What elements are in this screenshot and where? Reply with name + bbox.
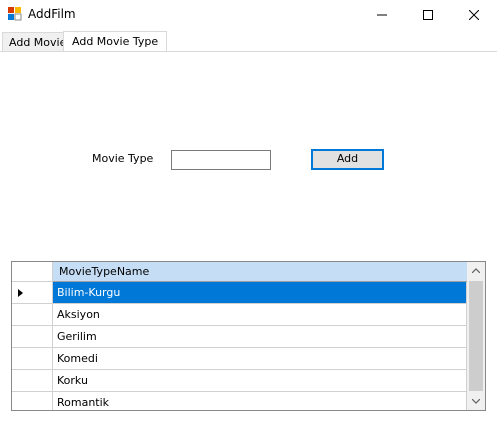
row-indicator-icon xyxy=(18,289,23,297)
scroll-up-button[interactable] xyxy=(467,262,485,279)
tab-strip: Add Movie Add Movie Type xyxy=(0,30,497,53)
table-row[interactable]: Gerilim xyxy=(12,326,467,348)
row-header[interactable] xyxy=(12,304,53,326)
table-row[interactable]: Komedi xyxy=(12,348,467,370)
table-row[interactable]: Bilim-Kurgu xyxy=(12,282,467,304)
table-row[interactable]: Korku xyxy=(12,370,467,392)
maximize-button[interactable] xyxy=(405,0,451,30)
vertical-scrollbar[interactable] xyxy=(467,262,485,410)
app-icon xyxy=(8,7,22,21)
movie-type-label: Movie Type xyxy=(92,152,154,165)
close-button[interactable] xyxy=(451,0,497,30)
close-icon xyxy=(469,10,479,20)
row-header[interactable] xyxy=(12,370,53,392)
table-cell[interactable]: Bilim-Kurgu xyxy=(53,282,467,304)
table-cell[interactable]: Romantik xyxy=(53,392,467,410)
movie-type-input[interactable] xyxy=(171,150,271,170)
table-cell[interactable]: Komedi xyxy=(53,348,467,370)
tab-add-movie-type[interactable]: Add Movie Type xyxy=(63,31,168,53)
row-header[interactable] xyxy=(12,326,53,348)
table-row[interactable]: Romantik xyxy=(12,392,467,410)
table-cell[interactable]: Gerilim xyxy=(53,326,467,348)
table-cell[interactable]: Aksiyon xyxy=(53,304,467,326)
maximize-icon xyxy=(423,10,433,20)
movie-type-grid[interactable]: MovieTypeName Bilim-Kurgu Aksiyon Gerili… xyxy=(11,261,486,411)
scroll-thumb[interactable] xyxy=(469,281,483,391)
grid-corner-header[interactable] xyxy=(12,262,53,282)
column-header-movietypename[interactable]: MovieTypeName xyxy=(53,262,467,282)
title-bar: AddFilm xyxy=(0,0,497,30)
scroll-down-button[interactable] xyxy=(467,393,485,410)
minimize-icon xyxy=(377,14,387,16)
add-button[interactable]: Add xyxy=(311,149,384,170)
scroll-down-icon xyxy=(472,399,480,404)
minimize-button[interactable] xyxy=(359,0,405,30)
scroll-up-icon xyxy=(472,268,480,273)
window-title: AddFilm xyxy=(28,7,76,21)
row-header[interactable] xyxy=(12,392,53,410)
table-cell[interactable]: Korku xyxy=(53,370,467,392)
row-header[interactable] xyxy=(12,348,53,370)
table-row[interactable]: Aksiyon xyxy=(12,304,467,326)
row-header[interactable] xyxy=(12,282,53,304)
grid-rows: Bilim-Kurgu Aksiyon Gerilim Komedi Korku… xyxy=(12,282,467,410)
